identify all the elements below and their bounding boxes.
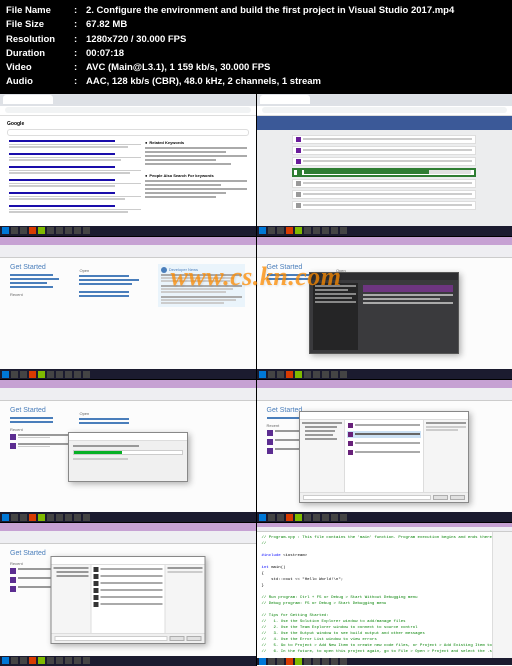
search-box	[7, 129, 249, 136]
colon: :	[74, 61, 86, 75]
search-results	[9, 140, 141, 218]
vs-start-page: Get Started Recent Open Developer News	[0, 258, 256, 369]
start-icon	[2, 227, 9, 234]
address-bar	[257, 106, 512, 116]
dev-news-card: Developer News	[158, 264, 246, 307]
filesize-row: File Size : 67.82 MB	[6, 18, 506, 32]
new-project-dialog	[299, 411, 469, 503]
installer-row	[292, 201, 476, 210]
thumbnail-grid: Google ● Related Keywords ● People Also …	[0, 94, 512, 666]
page-content: Google ● Related Keywords ● People Also …	[0, 116, 256, 226]
filename-label: File Name	[6, 4, 74, 18]
url-field	[5, 107, 251, 113]
taskbar	[0, 226, 256, 236]
vs-toolbar	[0, 251, 256, 258]
progress-bar	[304, 170, 471, 174]
vs-title-bar	[0, 237, 256, 245]
audio-row: Audio : AAC, 128 kb/s (CBR), 48.0 kHz, 2…	[6, 75, 506, 89]
address-bar	[0, 106, 256, 116]
taskbar	[257, 226, 512, 236]
blue-banner	[257, 116, 512, 130]
installer-row	[292, 135, 476, 144]
thumbnail-5: Get Started Recent Open	[0, 380, 256, 522]
resolution-value: 1280x720 / 30.000 FPS	[86, 33, 506, 47]
filesize-value: 67.82 MB	[86, 18, 506, 32]
colon: :	[74, 18, 86, 32]
video-value: AVC (Main@L3.1), 1 159 kb/s, 30.000 FPS	[86, 61, 506, 75]
also-search-heading: ● People Also Search For keywords	[145, 173, 247, 178]
installer-row	[292, 179, 476, 188]
colon: :	[74, 47, 86, 61]
installer-dialog	[68, 432, 188, 482]
open-heading: Open	[79, 268, 149, 273]
audio-value: AAC, 128 kb/s (CBR), 48.0 kHz, 2 channel…	[86, 75, 506, 89]
filename-row: File Name : 2. Configure the environment…	[6, 4, 506, 18]
add-item-dialog	[50, 556, 205, 644]
browser-chrome	[257, 94, 512, 106]
browser-tab	[3, 95, 53, 104]
thumbnail-2	[257, 94, 512, 236]
options-dialog	[309, 272, 459, 354]
installer-progress-row	[292, 168, 476, 177]
thumbnail-6: Get Started Recent	[257, 380, 512, 522]
filesize-label: File Size	[6, 18, 74, 32]
related-keywords-heading: ● Related Keywords	[145, 140, 247, 145]
google-logo: Google	[3, 119, 253, 129]
metadata-header: File Name : 2. Configure the environment…	[0, 0, 512, 94]
installer-row	[292, 157, 476, 166]
colon: :	[74, 33, 86, 47]
filename-value: 2. Configure the environment and build t…	[86, 4, 506, 18]
video-label: Video	[6, 61, 74, 75]
resolution-label: Resolution	[6, 33, 74, 47]
get-started-heading: Get Started	[10, 264, 71, 271]
recent-heading: Recent	[10, 292, 71, 297]
installer-panel	[257, 130, 512, 226]
installer-row	[292, 190, 476, 199]
colon: :	[74, 4, 86, 18]
browser-chrome	[0, 94, 256, 106]
duration-row: Duration : 00:07:18	[6, 47, 506, 61]
thumbnail-4: Get Started Open	[257, 237, 512, 379]
video-row: Video : AVC (Main@L3.1), 1 159 kb/s, 30.…	[6, 61, 506, 75]
thumbnail-3: Get Started Recent Open Developer News	[0, 237, 256, 379]
thumbnail-8: // Program.cpp : This file contains the …	[257, 523, 512, 665]
thumbnail-1: Google ● Related Keywords ● People Also …	[0, 94, 256, 236]
audio-label: Audio	[6, 75, 74, 89]
code-editor: // Program.cpp : This file contains the …	[257, 532, 512, 658]
colon: :	[74, 75, 86, 89]
thumbnail-7: Get Started Recent	[0, 523, 256, 665]
side-panel: ● Related Keywords ● People Also Search …	[145, 140, 247, 218]
duration-label: Duration	[6, 47, 74, 61]
solution-explorer-dock	[492, 532, 512, 658]
duration-value: 00:07:18	[86, 47, 506, 61]
installer-row	[292, 146, 476, 155]
resolution-row: Resolution : 1280x720 / 30.000 FPS	[6, 33, 506, 47]
